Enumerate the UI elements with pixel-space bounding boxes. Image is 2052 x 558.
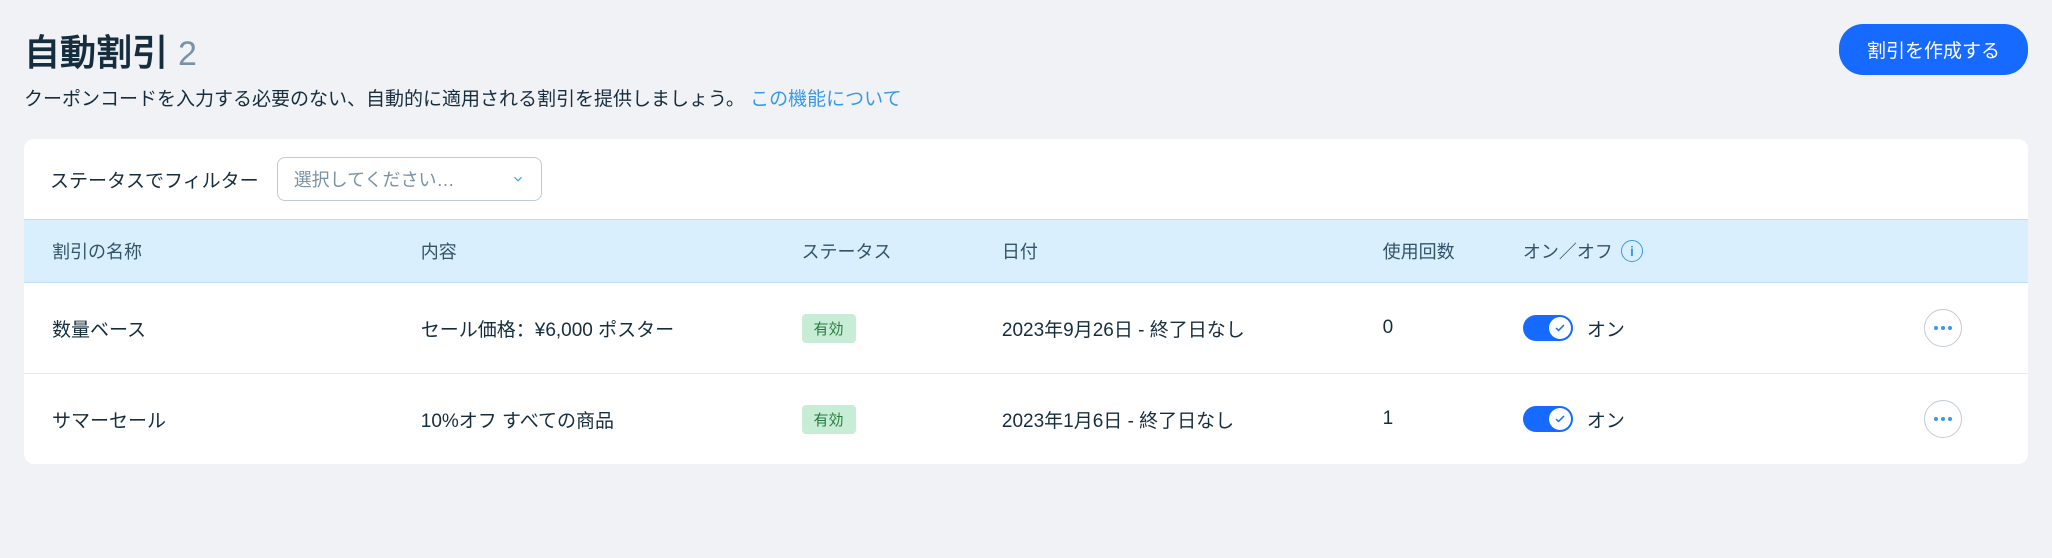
col-header-description: 内容 — [405, 220, 786, 283]
active-toggle[interactable] — [1523, 315, 1573, 341]
toggle-label: オン — [1587, 406, 1625, 433]
status-filter-select[interactable]: 選択してください… — [277, 157, 542, 201]
table-row[interactable]: 数量ベース セール価格：¥6,000 ポスター 有効 2023年9月26日 - … — [24, 283, 2028, 374]
col-header-status: ステータス — [786, 220, 986, 283]
row-actions-button[interactable] — [1924, 400, 1962, 438]
status-badge: 有効 — [802, 314, 856, 343]
toggle-knob — [1549, 408, 1571, 430]
page-title: 自動割引 — [24, 24, 168, 76]
cell-name: 数量ベース — [24, 283, 405, 374]
cell-uses: 1 — [1367, 374, 1507, 465]
cell-name: サマーセール — [24, 374, 405, 465]
filter-label: ステータスでフィルター — [50, 166, 259, 193]
cell-uses: 0 — [1367, 283, 1507, 374]
cell-date: 2023年1月6日 - 終了日なし — [986, 374, 1367, 465]
discounts-table: 割引の名称 内容 ステータス 日付 使用回数 オン／オフ i 数量ベース セール… — [24, 219, 2028, 464]
col-header-uses: 使用回数 — [1367, 220, 1507, 283]
learn-more-link[interactable]: この機能について — [750, 89, 901, 110]
col-header-date: 日付 — [986, 220, 1367, 283]
col-header-onoff: オン／オフ i — [1507, 220, 1908, 283]
col-header-actions — [1908, 220, 2028, 283]
chevron-down-icon — [511, 172, 525, 186]
col-header-name: 割引の名称 — [24, 220, 405, 283]
more-icon — [1934, 326, 1952, 330]
check-icon — [1554, 322, 1566, 334]
cell-date: 2023年9月26日 - 終了日なし — [986, 283, 1367, 374]
create-discount-button[interactable]: 割引を作成する — [1839, 24, 2028, 75]
filter-bar: ステータスでフィルター 選択してください… — [24, 139, 2028, 219]
page-header: 自動割引 2 クーポンコードを入力する必要のない、自動的に適用される割引を提供し… — [24, 24, 2028, 111]
cell-description: セール価格：¥6,000 ポスター — [405, 283, 786, 374]
check-icon — [1554, 413, 1566, 425]
page-subtitle: クーポンコードを入力する必要のない、自動的に適用される割引を提供しましょう。 — [24, 89, 745, 110]
row-actions-button[interactable] — [1924, 309, 1962, 347]
discount-count: 2 — [178, 35, 197, 74]
table-row[interactable]: サマーセール 10%オフ すべての商品 有効 2023年1月6日 - 終了日なし… — [24, 374, 2028, 465]
toggle-label: オン — [1587, 315, 1625, 342]
cell-description: 10%オフ すべての商品 — [405, 374, 786, 465]
filter-placeholder: 選択してください… — [294, 166, 455, 192]
discounts-panel: ステータスでフィルター 選択してください… 割引の名称 内容 ステータス 日付 … — [24, 139, 2028, 464]
toggle-knob — [1549, 317, 1571, 339]
title-block: 自動割引 2 クーポンコードを入力する必要のない、自動的に適用される割引を提供し… — [24, 24, 902, 111]
more-icon — [1934, 417, 1952, 421]
status-badge: 有効 — [802, 405, 856, 434]
info-icon[interactable]: i — [1621, 240, 1643, 262]
table-header-row: 割引の名称 内容 ステータス 日付 使用回数 オン／オフ i — [24, 220, 2028, 283]
col-header-onoff-label: オン／オフ — [1523, 238, 1613, 264]
active-toggle[interactable] — [1523, 406, 1573, 432]
